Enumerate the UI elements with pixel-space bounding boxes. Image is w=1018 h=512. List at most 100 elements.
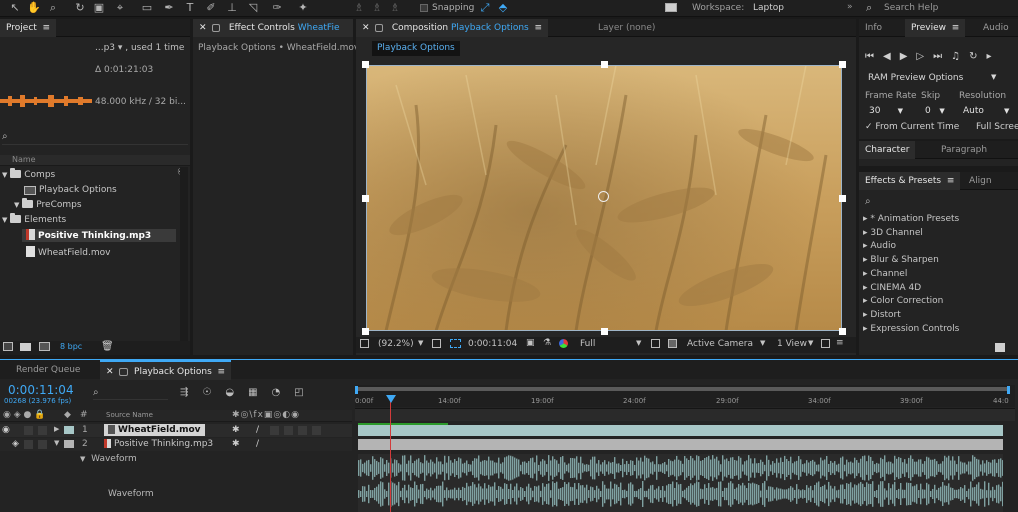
axis-world-icon[interactable]: ♗ (370, 2, 384, 14)
close-icon[interactable]: ✕ (199, 23, 207, 33)
lock-icon[interactable] (375, 23, 384, 32)
layer-switch-fx-icon[interactable] (270, 426, 279, 435)
pan-behind-tool-icon[interactable]: ⌖ (113, 2, 127, 14)
frame-rate-dropdown[interactable]: 30 ▼ (869, 106, 903, 116)
new-composition-icon[interactable] (39, 342, 50, 351)
solo-toggle[interactable] (24, 426, 33, 435)
workspace-menu-icon[interactable]: » (847, 2, 853, 12)
handle-bottom-left[interactable] (362, 328, 369, 335)
play-icon[interactable]: ▶ (900, 51, 917, 62)
time-navigator-bar[interactable] (355, 408, 1015, 421)
chevron-down-icon[interactable]: ▼ (80, 455, 85, 463)
current-time-display[interactable]: 0:00:11:04 (468, 339, 517, 349)
work-area-start-handle[interactable] (355, 386, 358, 394)
audio-toggle-icon[interactable]: ◈ (12, 439, 19, 449)
selection-tool-icon[interactable]: ↖ (8, 2, 22, 14)
type-tool-icon[interactable]: T (183, 2, 197, 14)
clone-stamp-tool-icon[interactable]: ⊥ (225, 2, 239, 14)
view-layout-dropdown[interactable]: 1 View (777, 339, 807, 349)
hand-tool-icon[interactable]: ✋ (27, 2, 41, 14)
work-area-end-handle[interactable] (1007, 386, 1010, 394)
chevron-down-icon[interactable]: ▼ (991, 73, 996, 81)
zoom-dropdown[interactable]: (92.2%) (378, 339, 414, 349)
puppet-pin-tool-icon[interactable]: ✦ (296, 2, 310, 14)
ram-preview-icon[interactable]: ▸ (986, 51, 1000, 62)
snap-features-icon[interactable]: ⬘ (496, 2, 510, 14)
from-current-time-checkbox[interactable]: ✓ From Current Time (865, 122, 959, 132)
tab-info[interactable]: Info (859, 19, 888, 37)
layer-bar-1[interactable] (358, 425, 1003, 436)
tab-preview[interactable]: Preview ≡ (905, 19, 966, 37)
tab-project[interactable]: Project ≡ (0, 19, 57, 37)
lock-toggle[interactable] (38, 426, 47, 435)
effects-list-item[interactable]: ▸ Audio (863, 241, 896, 251)
snapping-checkbox[interactable] (420, 4, 428, 12)
first-frame-icon[interactable]: ⏮ (865, 51, 883, 62)
layer-switch-frame-blend-icon[interactable] (284, 426, 293, 435)
shy-layers-icon[interactable]: ◒ (225, 387, 248, 398)
workspace-icon[interactable] (665, 3, 677, 12)
effects-list-item[interactable]: ▸ Distort (863, 310, 901, 320)
waveform-property-row[interactable]: ▼ Waveform (80, 454, 137, 464)
chevron-down-icon[interactable]: ▼ (14, 201, 19, 209)
resolution-dropdown[interactable]: Full (580, 339, 595, 349)
work-area-bar[interactable] (355, 387, 1010, 391)
brush-tool-icon[interactable]: ✐ (204, 2, 218, 14)
handle-bottom-center[interactable] (601, 328, 608, 335)
tab-effects-presets[interactable]: Effects & Presets ≡ (859, 172, 961, 190)
project-item-wheatfield[interactable]: WheatField.mov (26, 246, 110, 258)
project-item-playback-options[interactable]: Playback Options (24, 185, 117, 195)
handle-top-right[interactable] (839, 61, 846, 68)
show-snapshot-icon[interactable]: ⚗ (543, 338, 551, 348)
tab-align[interactable]: Align (963, 172, 998, 190)
bpc-label[interactable]: 8 bpc (60, 342, 82, 351)
draft-3d-icon[interactable]: ☉ (202, 387, 225, 398)
pen-tool-icon[interactable]: ✒ (162, 2, 176, 14)
timeline-current-time[interactable]: 0:00:11:04 (8, 383, 74, 397)
channel-icon[interactable] (559, 339, 568, 348)
effects-list-item[interactable]: ▸ Expression Controls (863, 324, 959, 334)
rotate-tool-icon[interactable]: ↻ (73, 2, 87, 14)
layer-switch-adjustment-icon[interactable] (312, 426, 321, 435)
layer-label-color[interactable] (64, 440, 74, 448)
layer-switch-motion-blur-icon[interactable] (298, 426, 307, 435)
new-preset-icon[interactable] (995, 343, 1005, 352)
collapse-layer-icon[interactable]: ▼ (54, 439, 59, 447)
mask-visibility-icon[interactable] (450, 339, 461, 348)
layer-name[interactable]: Positive Thinking.mp3 (104, 438, 213, 450)
axis-view-icon[interactable]: ♗ (388, 2, 402, 14)
skip-dropdown[interactable]: 0 ▼ (925, 106, 945, 116)
chevron-down-icon[interactable]: ▼ (2, 216, 7, 224)
resolution-dropdown[interactable]: Auto ▼ (963, 106, 1009, 116)
tab-effect-controls[interactable]: ✕ Effect Controls WheatFie (193, 19, 353, 37)
camera-dropdown[interactable]: Active Camera (687, 339, 753, 349)
layer-bar-2[interactable] (358, 439, 1003, 450)
layer-row-1[interactable]: ◉ ▶ 1 WheatField.mov ✱ / (0, 424, 352, 437)
new-folder-icon[interactable] (20, 343, 31, 351)
full-screen-checkbox[interactable]: Full Scree (976, 122, 1018, 132)
layer-switch-quality-icon[interactable]: / (256, 439, 259, 449)
tab-audio[interactable]: Audio (977, 19, 1015, 37)
camera-tool-icon[interactable]: ▣ (92, 2, 106, 14)
chevron-down-icon[interactable]: ▼ (808, 339, 813, 347)
layer-switch-collapse-icon[interactable]: ✱ (232, 425, 240, 435)
effects-list-item[interactable]: ▸ * Animation Presets (863, 214, 959, 224)
interpret-footage-icon[interactable] (3, 342, 13, 351)
project-item-positive-thinking[interactable]: Positive Thinking.mp3 (22, 229, 176, 242)
comp-mini-flowchart-icon[interactable]: ⇶ (180, 387, 202, 398)
rectangle-tool-icon[interactable]: ▭ (140, 2, 154, 14)
tab-paragraph[interactable]: Paragraph (935, 141, 993, 159)
mute-icon[interactable]: ♫ (951, 51, 969, 62)
handle-middle-right[interactable] (839, 195, 846, 202)
solo-toggle[interactable] (24, 440, 33, 449)
fast-previews-icon[interactable]: ≡ (836, 338, 844, 348)
chevron-down-icon[interactable]: ▼ (2, 171, 7, 179)
roto-brush-tool-icon[interactable]: ✑ (270, 2, 284, 14)
layer-name[interactable]: WheatField.mov (104, 424, 205, 436)
loop-icon[interactable]: ↻ (969, 51, 986, 62)
composition-subtab[interactable]: Playback Options (372, 41, 460, 56)
ram-preview-options[interactable]: RAM Preview Options ▼ (868, 73, 996, 83)
handle-top-left[interactable] (362, 61, 369, 68)
search-help-input[interactable]: Search Help (884, 3, 938, 13)
layer-label-color[interactable] (64, 426, 74, 434)
